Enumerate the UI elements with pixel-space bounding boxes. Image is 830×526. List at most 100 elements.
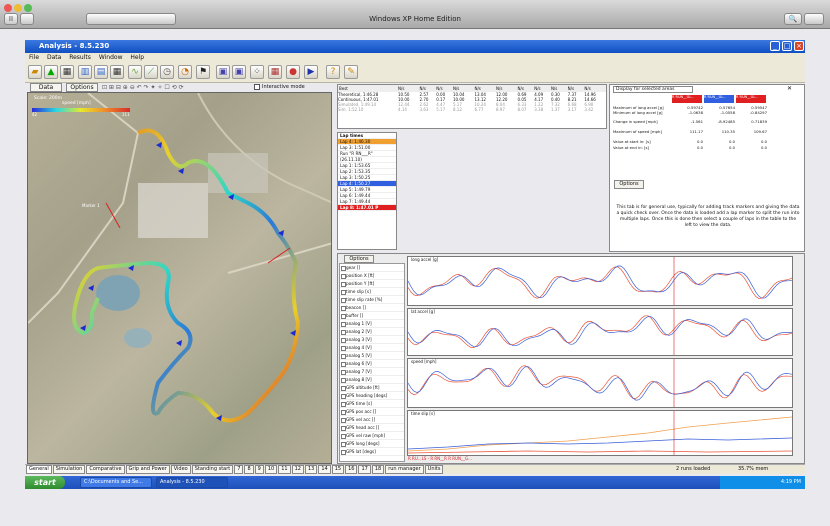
- tab-simulation[interactable]: Simulation: [52, 465, 86, 474]
- tab-7[interactable]: 7: [234, 465, 244, 474]
- track-map[interactable]: Scale: 200m speed [mph] 42 111 Marker 1: [27, 92, 332, 464]
- trend-icon[interactable]: ⟋: [144, 65, 158, 79]
- list-item[interactable]: analog 7 [V]: [340, 368, 404, 376]
- tab-video[interactable]: Video: [170, 465, 191, 474]
- zoom-traffic-icon[interactable]: [24, 4, 32, 12]
- lap-summary-table[interactable]: Best N/s N/s N/s N/s N/s N/s N/s N/s N/s N/s N/s T…: [337, 84, 607, 129]
- gauge-icon[interactable]: ◔: [178, 65, 192, 79]
- table-red-icon[interactable]: ▦: [268, 65, 282, 79]
- display-select[interactable]: Display for selected areas: [613, 86, 693, 93]
- list-item[interactable]: analog 6 [V]: [340, 360, 404, 368]
- fullscreen-button[interactable]: [804, 13, 824, 25]
- list-item[interactable]: GPS pos acc []: [340, 408, 404, 416]
- channel-list[interactable]: gear [] position X [ft] position Y [ft] …: [339, 263, 405, 462]
- finish-flag-icon[interactable]: ⚑: [196, 65, 210, 79]
- open-folder-icon[interactable]: ▰: [28, 65, 42, 79]
- tab-9[interactable]: 9: [254, 465, 264, 474]
- load-data-icon[interactable]: ▲: [44, 65, 58, 79]
- tab-standing-start[interactable]: Standing start: [191, 465, 234, 474]
- menu-help[interactable]: Help: [130, 54, 144, 61]
- speed-plot[interactable]: speed [mph]: [407, 358, 793, 408]
- tab-run-manager[interactable]: run manager: [385, 465, 424, 474]
- table-icon[interactable]: ▦: [60, 65, 74, 79]
- tab-units[interactable]: Units: [424, 465, 444, 474]
- list-item[interactable]: analog 4 [V]: [340, 344, 404, 352]
- notes-icon[interactable]: ✎: [344, 65, 358, 79]
- tab-data[interactable]: Data: [30, 83, 62, 92]
- list-item[interactable]: time slip [s]: [340, 288, 404, 296]
- scatter-icon[interactable]: ⁘: [250, 65, 264, 79]
- stopwatch-icon[interactable]: ◷: [160, 65, 174, 79]
- lat-accel-plot[interactable]: lat accel [g]: [407, 308, 793, 356]
- interactive-mode-checkbox[interactable]: [254, 84, 260, 90]
- list-item[interactable]: analog 5 [V]: [340, 352, 404, 360]
- tab-16[interactable]: 16: [345, 465, 358, 474]
- tab-options[interactable]: Options: [66, 83, 98, 92]
- list-item[interactable]: GPS altitude [ft]: [340, 384, 404, 392]
- close-panel-icon[interactable]: ✕: [787, 85, 792, 92]
- list-item[interactable]: beacon []: [340, 304, 404, 312]
- long-accel-plot[interactable]: long accel [g]: [407, 256, 793, 306]
- tab-general[interactable]: General: [26, 465, 52, 474]
- tab-10[interactable]: 10: [264, 465, 278, 474]
- stop-button[interactable]: [20, 13, 34, 25]
- close-traffic-icon[interactable]: [4, 4, 12, 12]
- tab-comparative[interactable]: Comparative: [86, 465, 125, 474]
- table-row[interactable]: Sim. 1:52.10 4.14 3.63 5.17 8.12 6.77 8.97 8.07…: [338, 107, 606, 112]
- list-item[interactable]: GPS heading [degs]: [340, 392, 404, 400]
- menu-window[interactable]: Window: [99, 54, 123, 61]
- list-item[interactable]: Lap 8: 1:47.01 P: [338, 205, 396, 211]
- bar-chart-icon[interactable]: ▤: [94, 65, 108, 79]
- close-icon[interactable]: ×: [794, 41, 804, 51]
- search-button[interactable]: 🔍: [784, 13, 802, 25]
- line-graph-icon[interactable]: ∿: [128, 65, 142, 79]
- host-toolbar-group[interactable]: [86, 13, 176, 25]
- list-item[interactable]: gear []: [340, 264, 404, 272]
- list-item[interactable]: analog 1 [V]: [340, 320, 404, 328]
- list-item[interactable]: GPS long [degs]: [340, 440, 404, 448]
- graph-options-button[interactable]: Options: [344, 255, 374, 263]
- options-button[interactable]: Options: [614, 180, 644, 189]
- lap-times-list[interactable]: Lap times Lap 4: 1:46.30 Lap 3: 1:51.00 …: [337, 132, 397, 250]
- tab-11[interactable]: 11: [278, 465, 291, 474]
- list-item[interactable]: GPS head acc []: [340, 424, 404, 432]
- tab-18[interactable]: 18: [371, 465, 385, 474]
- task-analysis[interactable]: Analysis - 8.5.230: [156, 477, 228, 488]
- minimize-traffic-icon[interactable]: [14, 4, 22, 12]
- list-item[interactable]: analog 8 [V]: [340, 376, 404, 384]
- list-item[interactable]: GPS vel acc []: [340, 416, 404, 424]
- task-explorer[interactable]: C:\Documents and Se...: [80, 477, 152, 488]
- menu-data[interactable]: Data: [47, 54, 61, 61]
- tab-14[interactable]: 14: [318, 465, 331, 474]
- list-item[interactable]: position X [ft]: [340, 272, 404, 280]
- tab-15[interactable]: 15: [331, 465, 345, 474]
- maximize-icon[interactable]: □: [782, 41, 792, 51]
- tab-17[interactable]: 17: [358, 465, 371, 474]
- tab-grip-power[interactable]: Grip and Power: [125, 465, 170, 474]
- list-item[interactable]: analog 3 [V]: [340, 336, 404, 344]
- start-button[interactable]: start: [25, 476, 65, 489]
- list-item[interactable]: GPS time [s]: [340, 400, 404, 408]
- menu-results[interactable]: Results: [69, 54, 91, 61]
- tab-12[interactable]: 12: [291, 465, 304, 474]
- compare-icon[interactable]: ▣: [216, 65, 230, 79]
- minimize-icon[interactable]: _: [770, 41, 780, 51]
- tab-8[interactable]: 8: [244, 465, 254, 474]
- map-tools[interactable]: ⊡ ⊞ ⊟ ⊕ ⊖ ↶ ↷ ✦ ✧ ☐ ⟲ ⟳: [102, 84, 252, 91]
- grid-icon[interactable]: ▦: [110, 65, 124, 79]
- list-item[interactable]: position Y [ft]: [340, 280, 404, 288]
- list-item[interactable]: GPS lat [degs]: [340, 448, 404, 456]
- image-icon[interactable]: ▣: [232, 65, 246, 79]
- time-slip-plot[interactable]: time slip [s]: [407, 410, 793, 456]
- pause-button[interactable]: II: [4, 13, 18, 25]
- list-item[interactable]: time slip rate [%]: [340, 296, 404, 304]
- record-icon[interactable]: ●: [286, 65, 300, 79]
- tab-13[interactable]: 13: [304, 465, 318, 474]
- play-icon[interactable]: ▶: [304, 65, 318, 79]
- list-item[interactable]: GPS vel raw [mph]: [340, 432, 404, 440]
- menu-file[interactable]: File: [29, 54, 39, 61]
- chart-icon[interactable]: ▥: [78, 65, 92, 79]
- list-item[interactable]: buffer []: [340, 312, 404, 320]
- list-item[interactable]: analog 2 [V]: [340, 328, 404, 336]
- help-icon[interactable]: ?: [326, 65, 340, 79]
